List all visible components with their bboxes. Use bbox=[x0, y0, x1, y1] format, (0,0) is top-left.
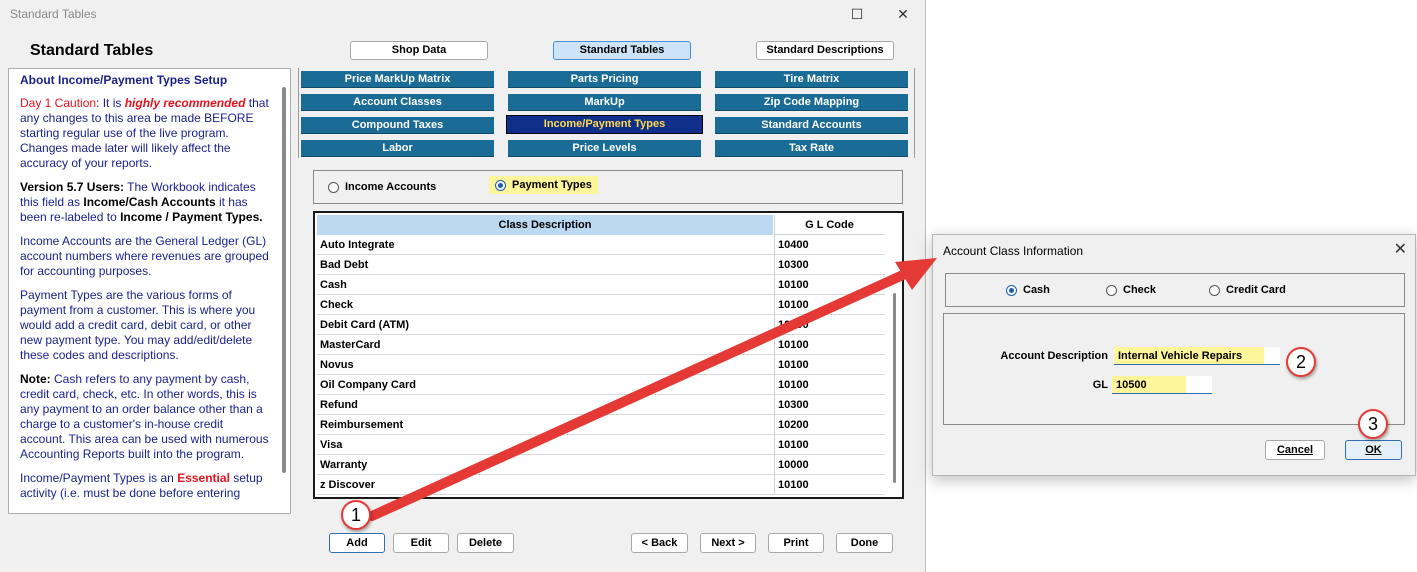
step-badge-2: 2 bbox=[1286, 347, 1316, 377]
step-badge-3: 3 bbox=[1358, 409, 1388, 439]
arrow-shaft bbox=[367, 269, 910, 521]
annotation-arrow bbox=[367, 258, 937, 521]
step-badge-1: 1 bbox=[341, 500, 371, 530]
